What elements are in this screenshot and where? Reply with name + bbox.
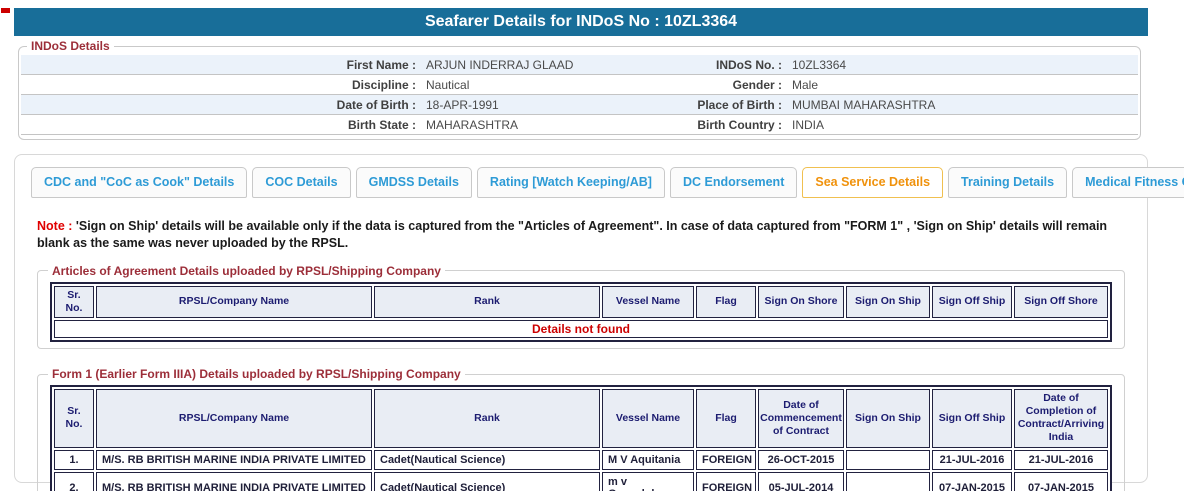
table-cell: 2. <box>54 472 94 491</box>
table-cell: 07-JAN-2015 <box>1014 472 1108 491</box>
table-row: 2.M/S. RB BRITISH MARINE INDIA PRIVATE L… <box>54 472 1108 491</box>
table-cell: 21-JUL-2016 <box>1014 450 1108 470</box>
table-cell: M/S. RB BRITISH MARINE INDIA PRIVATE LIM… <box>96 472 372 491</box>
indos-detail-row: Birth State :MAHARASHTRABirth Country :I… <box>21 115 1138 135</box>
indos-detail-row: Date of Birth :18-APR-1991Place of Birth… <box>21 95 1138 115</box>
indos-rows: First Name :ARJUN INDERRAJ GLAADINDoS No… <box>21 55 1138 135</box>
field-value: Male <box>787 75 1138 94</box>
note-text: Note : 'Sign on Ship' details will be av… <box>37 218 1125 252</box>
table-cell: FOREIGN <box>696 472 756 491</box>
empty-message: Details not found <box>54 320 1108 338</box>
articles-of-agreement-table: Sr. No.RPSL/Company NameRankVessel NameF… <box>50 282 1112 342</box>
tab-rating-watch-keeping-ab[interactable]: Rating [Watch Keeping/AB] <box>477 167 665 198</box>
tab-gmdss-details[interactable]: GMDSS Details <box>356 167 472 198</box>
table-cell: 1. <box>54 450 94 470</box>
table-cell: M/S. RB BRITISH MARINE INDIA PRIVATE LIM… <box>96 450 372 470</box>
table-cell: FOREIGN <box>696 450 756 470</box>
table-cell: 05-JUL-2014 <box>758 472 844 491</box>
field-value: ARJUN INDERRAJ GLAAD <box>421 55 679 74</box>
column-header: Sr. No. <box>54 286 94 318</box>
articles-of-agreement-legend: Articles of Agreement Details uploaded b… <box>48 264 445 278</box>
column-header: Sign On Ship <box>846 389 930 448</box>
field-label: Place of Birth : <box>679 95 787 114</box>
column-header: Vessel Name <box>602 286 694 318</box>
column-header: RPSL/Company Name <box>96 286 372 318</box>
column-header: RPSL/Company Name <box>96 389 372 448</box>
field-label: Discipline : <box>21 75 421 94</box>
field-label: Birth Country : <box>679 115 787 134</box>
form1-legend: Form 1 (Earlier Form IIIA) Details uploa… <box>48 367 465 381</box>
form1-section: Form 1 (Earlier Form IIIA) Details uploa… <box>37 367 1125 491</box>
indos-detail-row: First Name :ARJUN INDERRAJ GLAADINDoS No… <box>21 55 1138 75</box>
column-header: Sign On Shore <box>758 286 844 318</box>
column-header: Flag <box>696 389 756 448</box>
column-header: Flag <box>696 286 756 318</box>
column-header: Sign Off Ship <box>932 389 1012 448</box>
column-header: Sign Off Shore <box>1014 286 1108 318</box>
column-header: Rank <box>374 389 600 448</box>
table-cell <box>846 472 930 491</box>
column-header: Date of Commencement of Contract <box>758 389 844 448</box>
indos-details-legend: INDoS Details <box>27 39 114 53</box>
table-cell: 07-JAN-2015 <box>932 472 1012 491</box>
column-header: Sign On Ship <box>846 286 930 318</box>
field-value: 10ZL3364 <box>787 55 1138 74</box>
column-header: Sign Off Ship <box>932 286 1012 318</box>
articles-of-agreement-section: Articles of Agreement Details uploaded b… <box>37 264 1125 349</box>
field-label: Birth State : <box>21 115 421 134</box>
page-corner-mark <box>1 8 10 13</box>
field-value: MUMBAI MAHARASHTRA <box>787 95 1138 114</box>
column-header: Date of Completion of Contract/Arriving … <box>1014 389 1108 448</box>
tab-sea-service-details[interactable]: Sea Service Details <box>802 167 943 198</box>
table-cell <box>846 450 930 470</box>
table-cell: 21-JUL-2016 <box>932 450 1012 470</box>
table-cell: Cadet(Nautical Science) <box>374 450 600 470</box>
field-value: INDIA <box>787 115 1138 134</box>
field-value: Nautical <box>421 75 679 94</box>
indos-details-panel: INDoS Details First Name :ARJUN INDERRAJ… <box>18 39 1141 140</box>
tab-dc-endorsement[interactable]: DC Endorsement <box>670 167 797 198</box>
table-cell: Cadet(Nautical Science) <box>374 472 600 491</box>
indos-detail-row: Discipline :NauticalGender :Male <box>21 75 1138 95</box>
field-label: INDoS No. : <box>679 55 787 74</box>
table-cell: 26-OCT-2015 <box>758 450 844 470</box>
table-row: 1.M/S. RB BRITISH MARINE INDIA PRIVATE L… <box>54 450 1108 470</box>
table-cell: m v Gwendolen <box>602 472 694 491</box>
note-prefix: Note : <box>37 219 72 233</box>
column-header: Sr. No. <box>54 389 94 448</box>
tab-training-details[interactable]: Training Details <box>948 167 1067 198</box>
field-label: First Name : <box>21 55 421 74</box>
tab-coc-details[interactable]: COC Details <box>252 167 350 198</box>
field-value: 18-APR-1991 <box>421 95 679 114</box>
field-value: MAHARASHTRA <box>421 115 679 134</box>
table-cell: M V Aquitania <box>602 450 694 470</box>
seafarer-detail-panel: CDC and "CoC as Cook" DetailsCOC Details… <box>14 154 1148 483</box>
tab-bar: CDC and "CoC as Cook" DetailsCOC Details… <box>31 167 1131 198</box>
tab-medical-fitness-certificate[interactable]: Medical Fitness Certificate <box>1072 167 1184 198</box>
table-header-row: Sr. No.RPSL/Company NameRankVessel NameF… <box>54 286 1108 318</box>
column-header: Vessel Name <box>602 389 694 448</box>
note-body: 'Sign on Ship' details will be available… <box>37 219 1107 250</box>
field-label: Date of Birth : <box>21 95 421 114</box>
table-header-row: Sr. No.RPSL/Company NameRankVessel NameF… <box>54 389 1108 448</box>
form1-table: Sr. No.RPSL/Company NameRankVessel NameF… <box>50 385 1112 491</box>
page-title: Seafarer Details for INDoS No : 10ZL3364 <box>14 8 1148 36</box>
field-label: Gender : <box>679 75 787 94</box>
table-empty-row: Details not found <box>54 320 1108 338</box>
tab-cdc-and-coc-as-cook-details[interactable]: CDC and "CoC as Cook" Details <box>31 167 247 198</box>
column-header: Rank <box>374 286 600 318</box>
